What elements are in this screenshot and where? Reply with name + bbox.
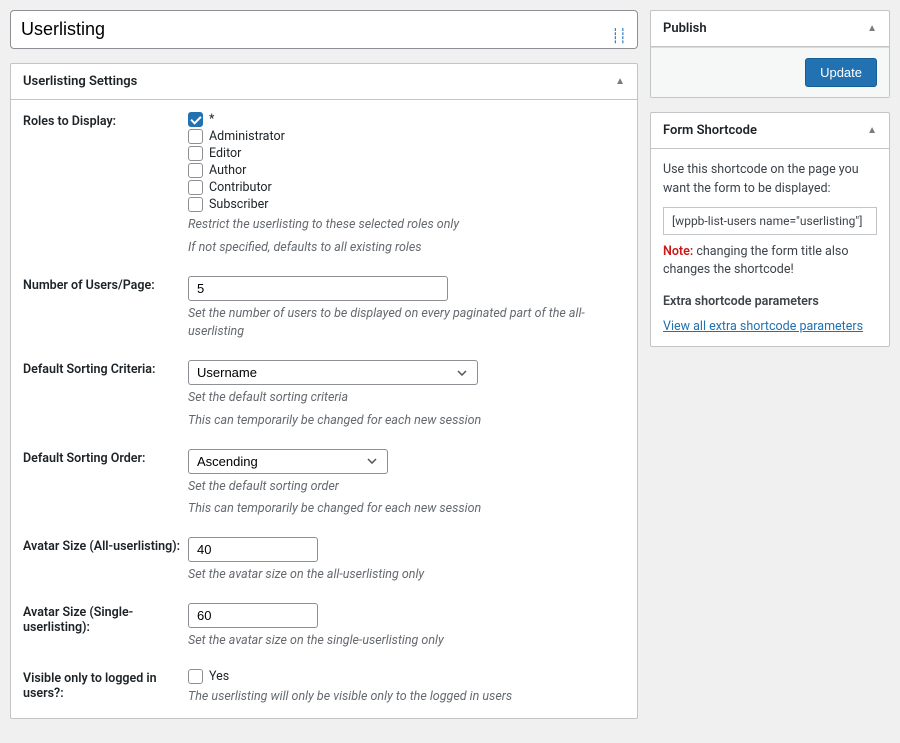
- avatar-single-input[interactable]: [188, 603, 318, 628]
- visible-logged-label: Visible only to logged in users?:: [23, 669, 188, 701]
- shortcode-header[interactable]: Form Shortcode ▲: [651, 113, 889, 149]
- collapse-icon: ▲: [615, 76, 625, 87]
- shortcode-code[interactable]: [wppb-list-users name="userlisting"]: [663, 207, 877, 235]
- visible-logged-help: The userlisting will only be visible onl…: [188, 688, 625, 707]
- field-sort-criteria: Default Sorting Criteria: Username Set t…: [23, 360, 625, 431]
- visible-logged-checkbox[interactable]: [188, 669, 203, 684]
- roles-checkbox-editor[interactable]: [188, 146, 203, 161]
- roles-option-subscriber[interactable]: Subscriber: [209, 197, 269, 212]
- roles-option-author[interactable]: Author: [209, 163, 246, 178]
- field-roles: Roles to Display: * Administrator Edi: [23, 112, 625, 258]
- visible-logged-option[interactable]: Yes: [209, 669, 229, 684]
- shortcode-extra-heading: Extra shortcode parameters: [663, 294, 877, 309]
- sort-order-label: Default Sorting Order:: [23, 449, 188, 466]
- roles-checkbox-contributor[interactable]: [188, 180, 203, 195]
- sort-criteria-label: Default Sorting Criteria:: [23, 360, 188, 377]
- avatar-all-label: Avatar Size (All-userlisting):: [23, 537, 188, 554]
- sort-criteria-select[interactable]: Username: [188, 360, 478, 385]
- shortcode-intro: Use this shortcode on the page you want …: [663, 161, 877, 199]
- avatar-all-help: Set the avatar size on the all-userlisti…: [188, 566, 625, 585]
- roles-checkbox-administrator[interactable]: [188, 129, 203, 144]
- avatar-all-input[interactable]: [188, 537, 318, 562]
- roles-help-1: Restrict the userlisting to these select…: [188, 216, 625, 235]
- publish-title: Publish: [663, 21, 707, 36]
- roles-option-star[interactable]: *: [209, 112, 214, 127]
- users-per-page-help: Set the number of users to be displayed …: [188, 305, 625, 343]
- title-wrap: ┊┊: [10, 10, 638, 63]
- publish-header[interactable]: Publish ▲: [651, 11, 889, 47]
- roles-option-editor[interactable]: Editor: [209, 146, 241, 161]
- users-per-page-label: Number of Users/Page:: [23, 276, 188, 293]
- avatar-single-help: Set the avatar size on the single-userli…: [188, 632, 625, 651]
- sort-order-help-1: Set the default sorting order: [188, 478, 625, 497]
- avatar-single-label: Avatar Size (Single-userlisting):: [23, 603, 188, 635]
- shortcode-title: Form Shortcode: [663, 123, 757, 138]
- collapse-icon: ▲: [867, 125, 877, 136]
- roles-checkbox-star[interactable]: [188, 112, 203, 127]
- field-users-per-page: Number of Users/Page: Set the number of …: [23, 276, 625, 343]
- publish-panel: Publish ▲ Update: [650, 10, 890, 98]
- collapse-icon: ▲: [867, 23, 877, 34]
- sort-criteria-help-1: Set the default sorting criteria: [188, 389, 625, 408]
- settings-panel: Userlisting Settings ▲ Roles to Display:…: [10, 63, 638, 719]
- roles-option-administrator[interactable]: Administrator: [209, 129, 285, 144]
- roles-checkbox-author[interactable]: [188, 163, 203, 178]
- field-sort-order: Default Sorting Order: Ascending Set the…: [23, 449, 625, 520]
- settings-panel-header[interactable]: Userlisting Settings ▲: [11, 64, 637, 100]
- sort-order-help-2: This can temporarily be changed for each…: [188, 500, 625, 519]
- field-avatar-single: Avatar Size (Single-userlisting): Set th…: [23, 603, 625, 651]
- roles-label: Roles to Display:: [23, 112, 188, 129]
- field-avatar-all: Avatar Size (All-userlisting): Set the a…: [23, 537, 625, 585]
- sort-order-select[interactable]: Ascending: [188, 449, 388, 474]
- roles-help-2: If not specified, defaults to all existi…: [188, 239, 625, 258]
- field-visible-logged: Visible only to logged in users?: Yes Th…: [23, 669, 625, 707]
- title-handle-icon: ┊┊: [611, 28, 626, 45]
- title-input[interactable]: [10, 10, 638, 49]
- shortcode-extra-link[interactable]: View all extra shortcode parameters: [663, 319, 863, 334]
- roles-option-contributor[interactable]: Contributor: [209, 180, 272, 195]
- sort-criteria-help-2: This can temporarily be changed for each…: [188, 412, 625, 431]
- update-button[interactable]: Update: [805, 58, 877, 87]
- users-per-page-input[interactable]: [188, 276, 448, 301]
- settings-panel-title: Userlisting Settings: [23, 74, 137, 89]
- shortcode-note-label: Note:: [663, 244, 693, 259]
- shortcode-note: Note: changing the form title also chang…: [663, 243, 877, 281]
- roles-checkbox-subscriber[interactable]: [188, 197, 203, 212]
- shortcode-panel: Form Shortcode ▲ Use this shortcode on t…: [650, 112, 890, 347]
